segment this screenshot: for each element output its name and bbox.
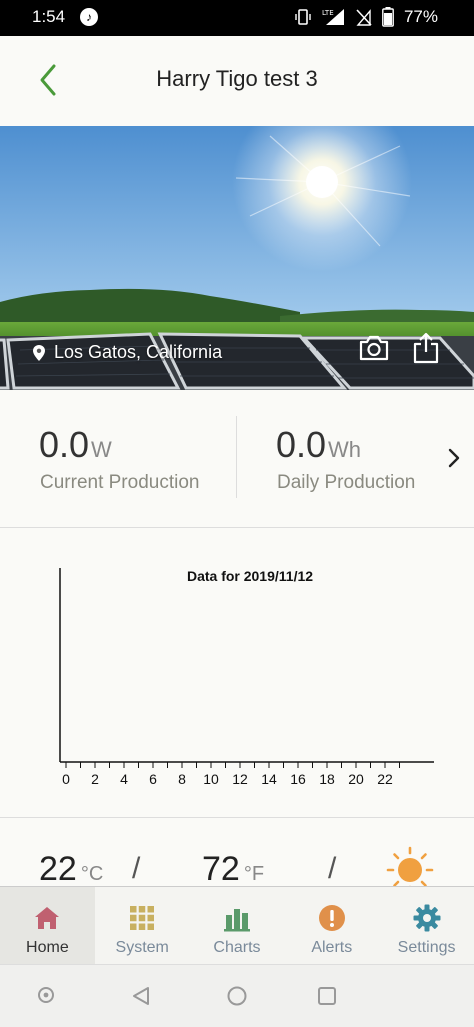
x-tick-label: 16 [290,771,306,787]
svg-text:LTE: LTE [322,9,334,17]
tab-label: Settings [397,939,456,956]
tab-label: Alerts [311,939,353,956]
tab-label: Home [26,939,69,956]
no-data-icon [356,9,372,26]
vibrate-icon [295,9,311,25]
grid-icon [130,906,155,930]
x-tick-label: 0 [62,771,70,787]
separator: / [132,852,141,885]
camera-icon[interactable] [358,334,390,362]
system-nav-bar [0,964,474,1027]
battery-icon [382,7,394,27]
production-chart: Data for 2019/11/12 0 2 4 6 8 10 12 14 16 18 20 22 [0,528,474,818]
bar-chart-icon [223,909,250,932]
nav-home-icon[interactable] [226,985,248,1007]
site-location: Los Gatos, California [32,342,222,363]
music-icon: ♪ [80,8,98,26]
production-summary[interactable]: 0.0W Current Production 0.0Wh Daily Prod… [0,390,474,528]
assistant-icon[interactable] [36,985,56,1005]
app-header: Harry Tigo test 3 [0,36,474,126]
current-production-label: Current Production [40,472,200,493]
x-tick-label: 22 [377,771,393,787]
battery-percent: 77% [403,7,438,26]
bottom-tab-bar: Home System Charts Alerts Settings [0,886,474,964]
page-title: Harry Tigo test 3 [156,66,318,91]
share-icon[interactable] [412,332,440,364]
signal-icon: LTE [322,9,344,25]
weather-row: 22 °C / 72 °F / [0,818,474,888]
daily-production-value: 0.0Wh [276,424,362,465]
nav-recents-icon[interactable] [316,985,338,1007]
nav-back-icon[interactable] [130,985,152,1007]
alert-icon [318,905,345,931]
tab-charts[interactable]: Charts [190,887,285,964]
tab-label: System [115,939,169,956]
temp-celsius: 22 °C [39,850,104,888]
x-tick-label: 8 [178,771,186,787]
location-pin-icon [33,344,45,361]
tab-system[interactable]: System [95,887,190,964]
home-icon [35,907,60,929]
separator: / [328,852,337,885]
sunny-icon [386,846,434,888]
gear-icon [413,904,441,932]
x-tick-label: 6 [149,771,157,787]
status-time: 1:54 [32,7,66,26]
x-tick-label: 2 [91,771,99,787]
tab-label: Charts [213,939,261,956]
x-tick-label: 4 [120,771,128,787]
tab-home[interactable]: Home [0,887,95,964]
x-tick-label: 20 [348,771,364,787]
divider [236,416,237,498]
x-tick-label: 18 [319,771,335,787]
location-label: Los Gatos, California [54,342,223,362]
current-production-value: 0.0W [39,424,112,465]
chevron-right-icon[interactable] [446,446,462,470]
x-tick-label: 10 [203,771,219,787]
status-bar: 1:54 ♪ LTE 77% [0,0,474,36]
temp-fahrenheit: 72 °F [202,850,265,888]
daily-production-label: Daily Production [277,472,416,493]
chart-plot: 0 2 4 6 8 10 12 14 16 18 20 22 [59,568,434,787]
site-hero-image: Los Gatos, California [0,126,474,390]
tab-settings[interactable]: Settings [379,887,474,964]
x-tick-label: 14 [261,771,277,787]
x-tick-label: 12 [232,771,248,787]
tab-alerts[interactable]: Alerts [284,887,379,964]
